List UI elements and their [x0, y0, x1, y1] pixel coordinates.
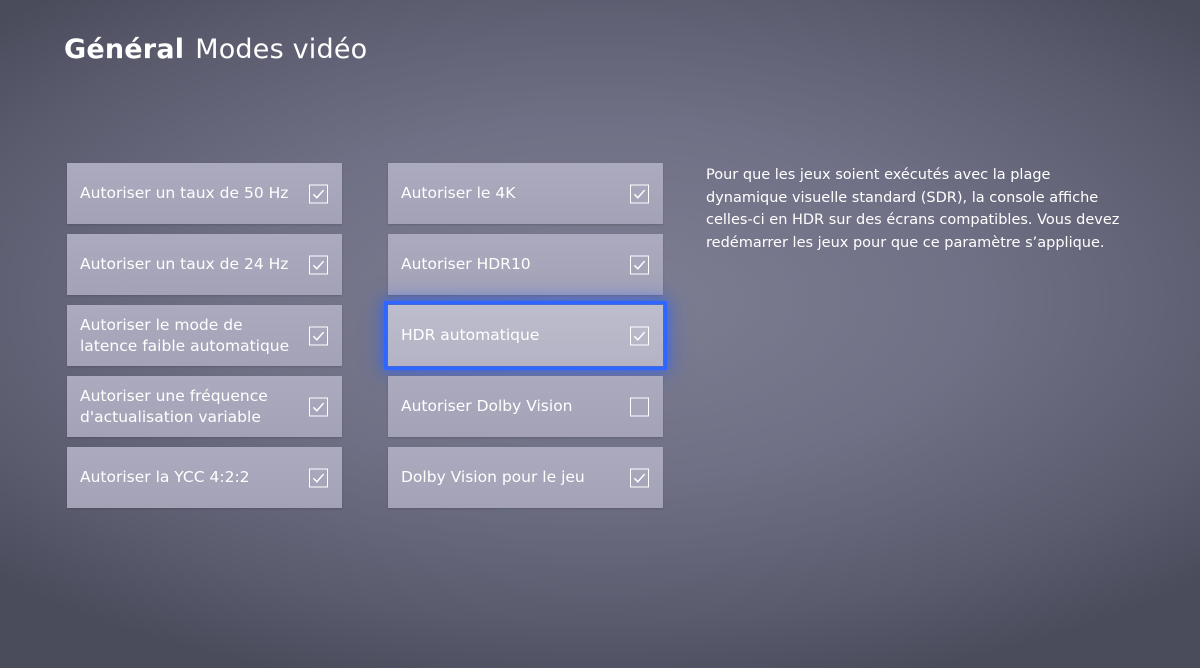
page-title: Modes vidéo — [195, 34, 368, 65]
checkbox[interactable] — [309, 184, 328, 203]
checkbox[interactable] — [630, 468, 649, 487]
checkbox[interactable] — [309, 468, 328, 487]
option-auto-low-latency[interactable]: Autoriser le mode de latence faible auto… — [67, 305, 342, 366]
checkbox[interactable] — [309, 255, 328, 274]
option-ycc-422[interactable]: Autoriser la YCC 4:2:2 — [67, 447, 342, 508]
option-label: Autoriser une fréquence d'actualisation … — [80, 386, 268, 426]
checkmark-icon — [312, 331, 325, 341]
checkbox[interactable] — [309, 326, 328, 345]
option-allow-4k[interactable]: Autoriser le 4K — [388, 163, 663, 224]
checkbox[interactable] — [630, 397, 649, 416]
checkmark-icon — [633, 260, 646, 270]
checkbox[interactable] — [309, 397, 328, 416]
option-auto-hdr[interactable]: HDR automatique — [384, 301, 667, 370]
option-dolby-vision-gaming[interactable]: Dolby Vision pour le jeu — [388, 447, 663, 508]
option-allow-24hz[interactable]: Autoriser un taux de 24 Hz — [67, 234, 342, 295]
left-options-column: Autoriser un taux de 50 Hz Autoriser un … — [67, 163, 342, 508]
right-options-column: Autoriser le 4K Autoriser HDR10 HDR auto… — [384, 163, 667, 508]
section-title: Général — [64, 34, 185, 65]
option-label: Autoriser Dolby Vision — [401, 397, 573, 415]
page-header: Général Modes vidéo — [64, 34, 367, 65]
checkmark-icon — [312, 260, 325, 270]
checkbox[interactable] — [630, 255, 649, 274]
option-allow-hdr10[interactable]: Autoriser HDR10 — [388, 234, 663, 295]
checkmark-icon — [312, 402, 325, 412]
option-label: Autoriser le mode de latence faible auto… — [80, 315, 290, 355]
option-variable-refresh-rate[interactable]: Autoriser une fréquence d'actualisation … — [67, 376, 342, 437]
checkmark-icon — [633, 331, 646, 341]
option-label: Dolby Vision pour le jeu — [401, 468, 585, 486]
checkbox[interactable] — [630, 184, 649, 203]
option-label: Autoriser la YCC 4:2:2 — [80, 468, 250, 486]
checkmark-icon — [312, 189, 325, 199]
checkbox[interactable] — [630, 326, 649, 345]
option-allow-50hz[interactable]: Autoriser un taux de 50 Hz — [67, 163, 342, 224]
option-label: Autoriser le 4K — [401, 184, 516, 202]
option-description: Pour que les jeux soient exécutés avec l… — [706, 167, 1120, 251]
option-label: Autoriser un taux de 50 Hz — [80, 184, 289, 202]
checkmark-icon — [633, 473, 646, 483]
option-label: Autoriser HDR10 — [401, 255, 531, 273]
option-label: HDR automatique — [401, 326, 540, 344]
option-allow-dolby-vision[interactable]: Autoriser Dolby Vision — [388, 376, 663, 437]
option-label: Autoriser un taux de 24 Hz — [80, 255, 289, 273]
checkmark-icon — [633, 189, 646, 199]
checkmark-icon — [312, 473, 325, 483]
